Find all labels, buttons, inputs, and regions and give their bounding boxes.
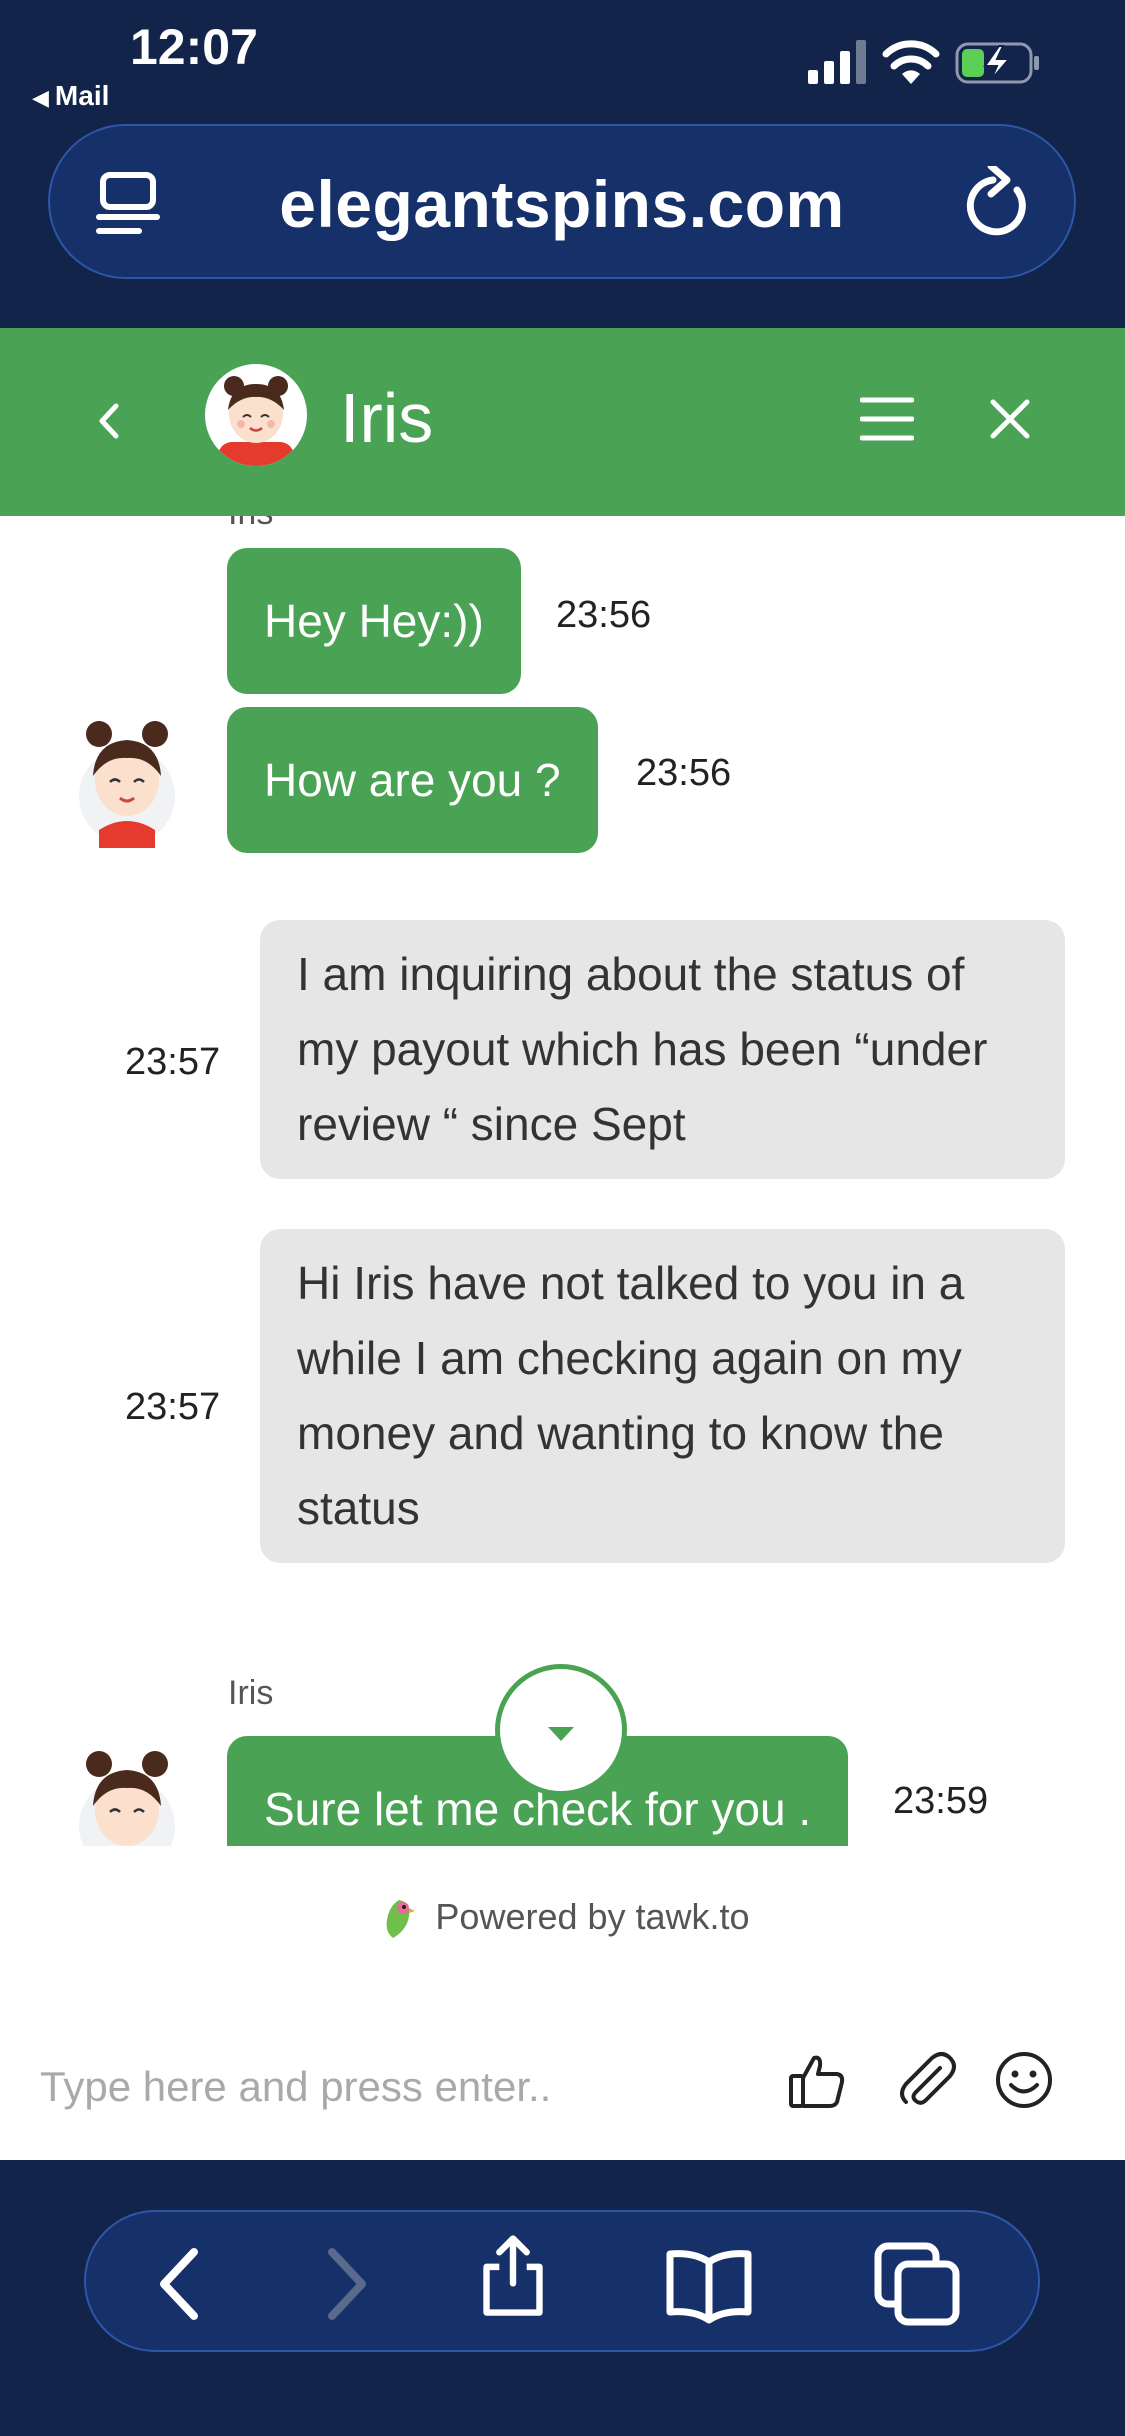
message-timestamp: 23:57 xyxy=(125,1386,221,1428)
powered-by-text: Powered by tawk.to xyxy=(435,1896,750,1937)
message-timestamp: 23:56 xyxy=(556,594,652,636)
agent-face-icon xyxy=(218,376,294,466)
agent-message-bubble: Hey Hey:)) xyxy=(227,548,521,694)
back-triangle-icon: ◀ xyxy=(32,85,49,110)
back-to-mail-link[interactable]: ◀ Mail xyxy=(32,80,109,112)
visitor-message-bubble: I am inquiring about the status of my pa… xyxy=(260,920,1065,1179)
battery-charging-icon xyxy=(955,42,1039,84)
message-timestamp: 23:59 xyxy=(893,1780,989,1822)
message-list[interactable]: Iris Hey Hey:)) 23:56 How are you ? 23:5… xyxy=(0,516,1125,1846)
back-icon[interactable] xyxy=(136,2242,226,2326)
thumbs-up-icon[interactable] xyxy=(788,2052,846,2110)
agent-avatar xyxy=(205,364,307,466)
attachment-icon[interactable] xyxy=(896,2050,956,2110)
reload-icon[interactable] xyxy=(965,166,1035,238)
scroll-to-bottom-button[interactable] xyxy=(495,1664,627,1796)
visitor-message-bubble: Hi Iris have not talked to you in a whil… xyxy=(260,1229,1065,1563)
sender-label: Iris xyxy=(228,516,273,533)
cellular-signal-icon xyxy=(808,40,866,84)
chat-header: Iris xyxy=(0,328,1125,516)
agent-name: Iris xyxy=(340,379,434,457)
tabs-icon[interactable] xyxy=(874,2242,964,2326)
wifi-icon xyxy=(882,40,940,84)
back-app-label: Mail xyxy=(54,80,110,111)
bookmarks-icon[interactable] xyxy=(664,2242,754,2326)
emoji-icon[interactable] xyxy=(994,2050,1054,2110)
message-composer: Powered by tawk.to xyxy=(0,1846,1125,2160)
close-icon[interactable] xyxy=(985,394,1035,444)
agent-avatar xyxy=(79,721,175,848)
menu-icon[interactable] xyxy=(860,394,914,444)
message-timestamp: 23:57 xyxy=(125,1041,221,1083)
status-time: 12:07 xyxy=(130,19,258,75)
status-bar: 12:07 ◀ Mail xyxy=(0,0,1125,125)
powered-by[interactable]: Powered by tawk.to xyxy=(0,1896,1125,1942)
address-bar[interactable]: elegantspins.com xyxy=(48,124,1076,279)
forward-icon[interactable] xyxy=(300,2242,390,2326)
agent-message-bubble: How are you ? xyxy=(227,707,598,853)
message-input[interactable] xyxy=(40,2052,760,2122)
agent-avatar xyxy=(79,1751,175,1846)
sender-label: Iris xyxy=(228,1674,274,1712)
caret-down-icon xyxy=(548,1727,574,1741)
back-chevron-icon[interactable] xyxy=(88,388,128,454)
browser-toolbar xyxy=(84,2210,1040,2352)
message-timestamp: 23:56 xyxy=(636,752,732,794)
share-icon[interactable] xyxy=(468,2234,558,2318)
tawk-parrot-icon xyxy=(387,1900,416,1939)
url-domain[interactable]: elegantspins.com xyxy=(50,166,1074,242)
